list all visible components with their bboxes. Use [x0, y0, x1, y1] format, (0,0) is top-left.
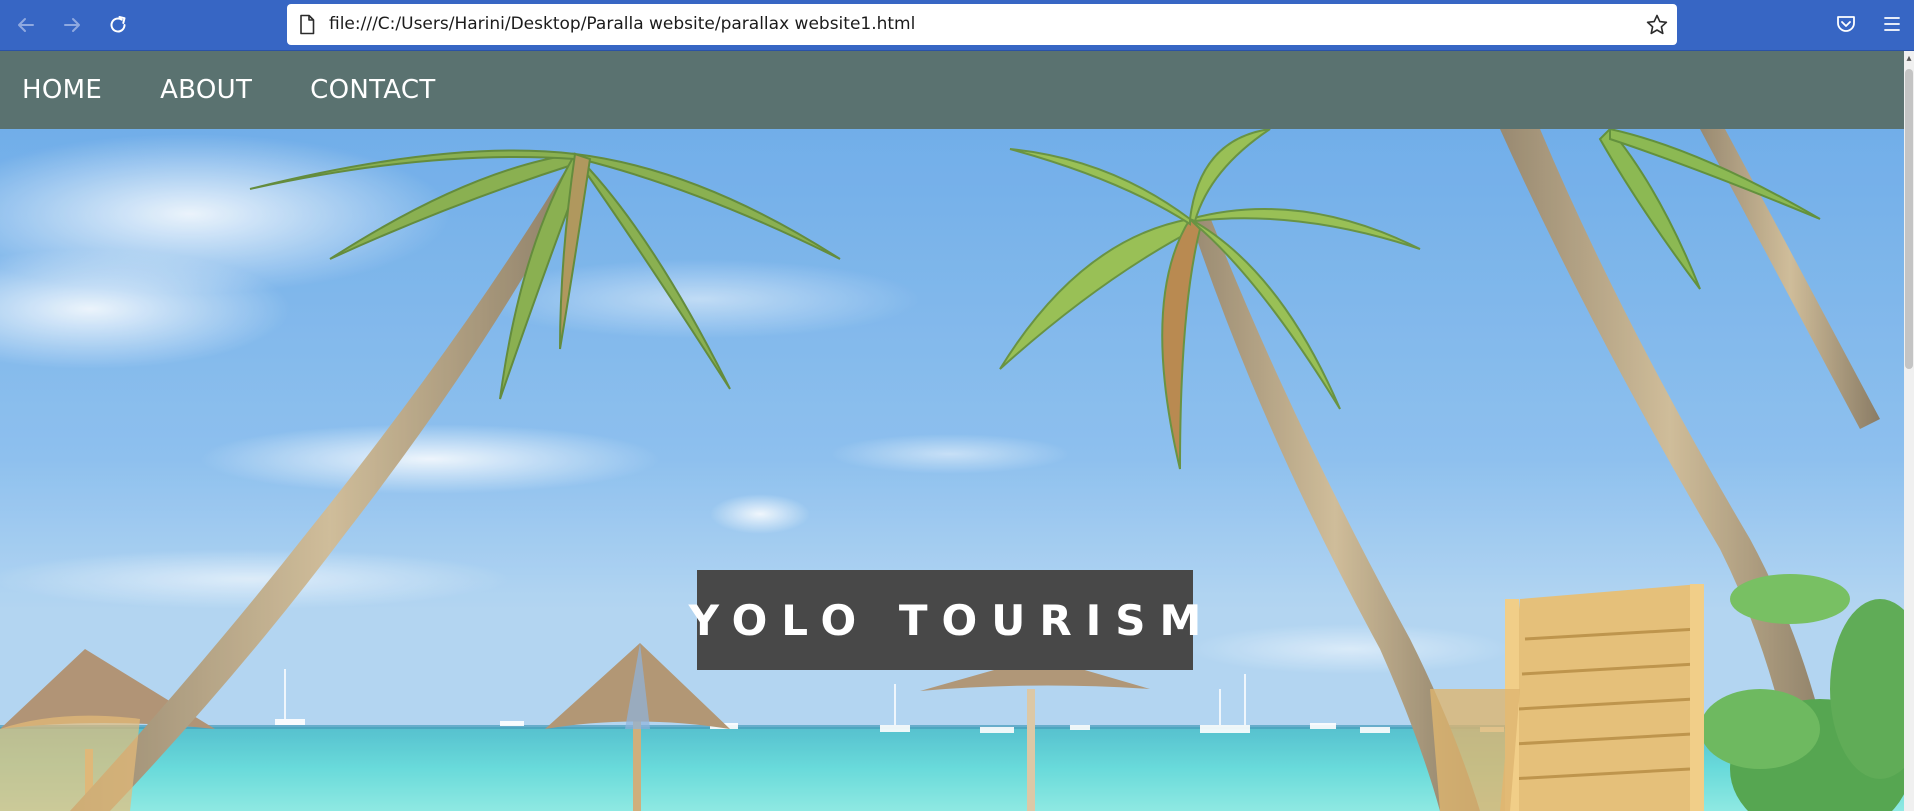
pocket-button[interactable] [1834, 12, 1858, 40]
page-viewport: HOME ABOUT CONTACT YOLO TOURISM [0, 51, 1904, 811]
nav-contact-link[interactable]: CONTACT [310, 75, 435, 105]
scroll-up-arrow-icon[interactable]: ▴ [1905, 53, 1913, 65]
reload-icon [110, 16, 126, 33]
hero-title-box: YOLO TOURISM [689, 570, 1201, 670]
url-text[interactable]: file:///C:/Users/Harini/Desktop/Paralla … [329, 4, 915, 45]
nav-home-link[interactable]: HOME [22, 75, 102, 105]
bookmark-star-icon[interactable] [1645, 13, 1669, 37]
hero-title: YOLO TOURISM [688, 595, 1216, 645]
menu-icon [1884, 17, 1900, 31]
scrollbar-thumb[interactable] [1905, 69, 1913, 369]
reload-button[interactable] [102, 10, 134, 40]
forward-button[interactable] [56, 10, 88, 40]
address-bar[interactable]: file:///C:/Users/Harini/Desktop/Paralla … [287, 4, 1677, 45]
page-icon [300, 14, 315, 35]
back-button[interactable] [10, 10, 42, 40]
hero-section: YOLO TOURISM [0, 129, 1904, 811]
pocket-icon [1837, 16, 1855, 32]
beach-background-image [0, 129, 1904, 811]
page-scrollbar[interactable]: ▴ [1904, 51, 1914, 811]
forward-icon [64, 18, 80, 32]
site-navbar: HOME ABOUT CONTACT [0, 51, 1904, 129]
app-menu-button[interactable] [1880, 12, 1904, 40]
browser-toolbar: file:///C:/Users/Harini/Desktop/Paralla … [0, 0, 1914, 51]
back-icon [18, 18, 34, 32]
nav-about-link[interactable]: ABOUT [160, 75, 252, 105]
